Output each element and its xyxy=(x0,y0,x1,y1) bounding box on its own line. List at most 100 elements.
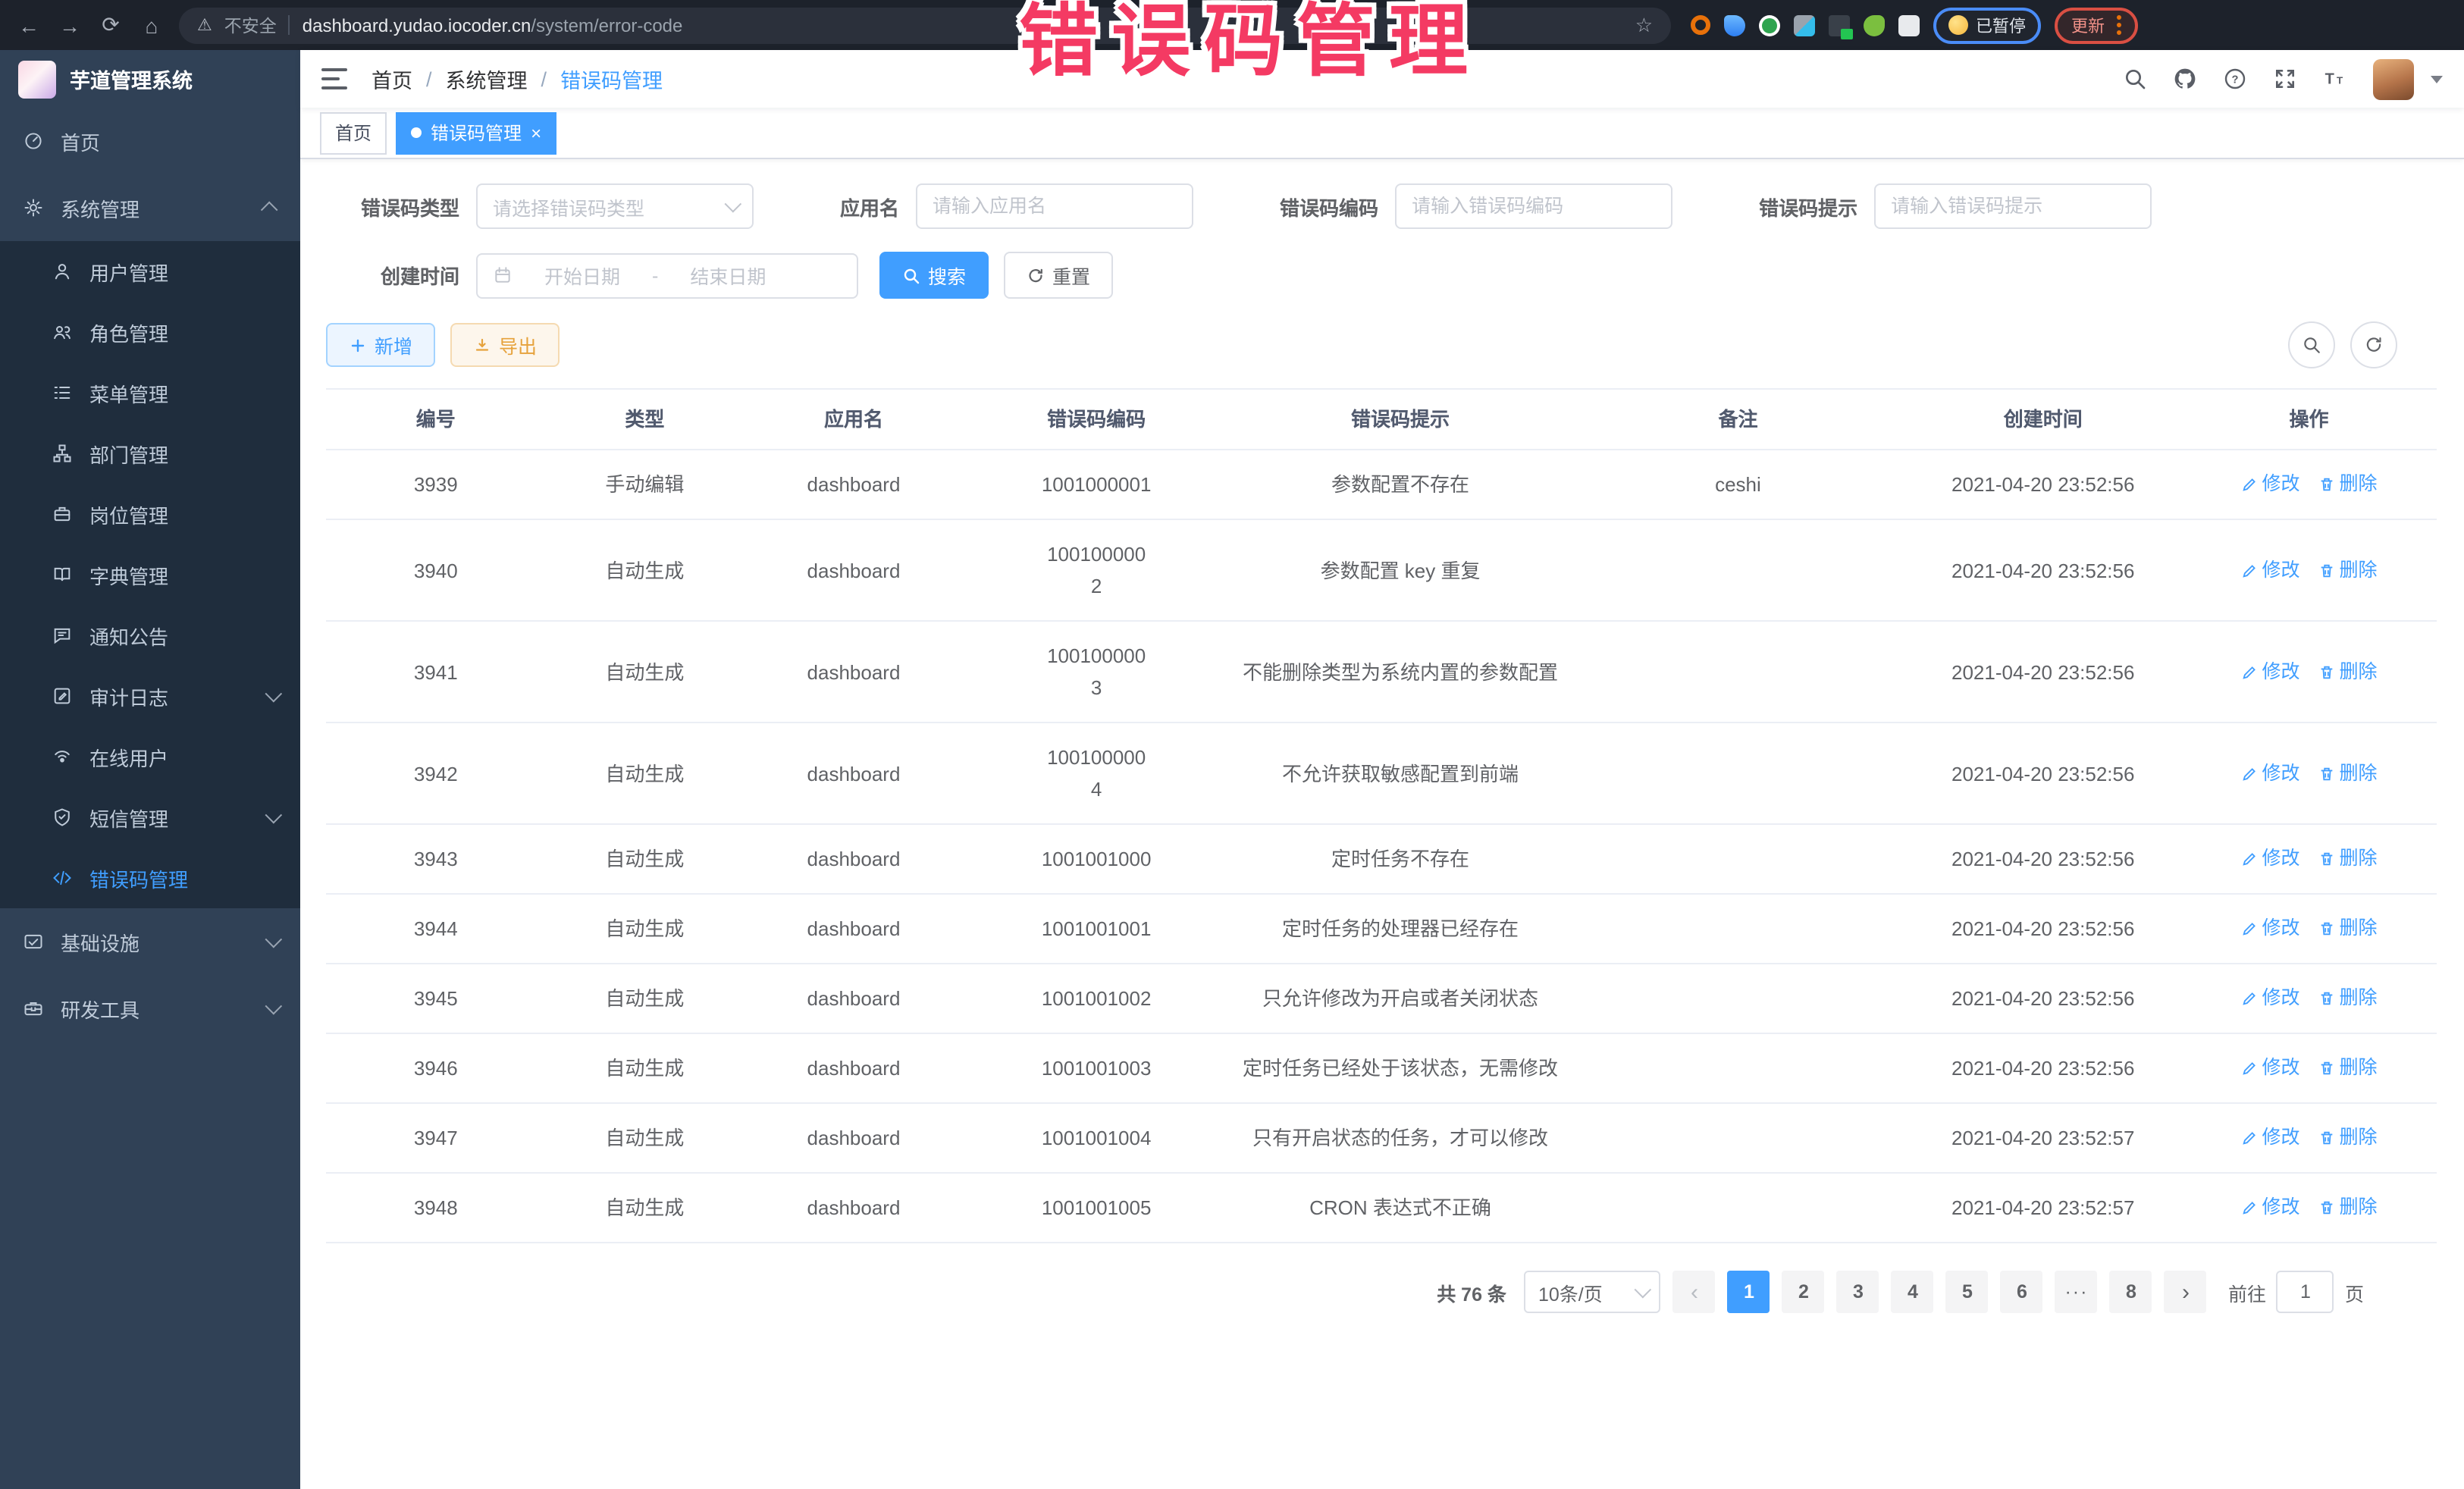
sidebar-item-label: 审计日志 xyxy=(89,682,168,710)
reset-button[interactable]: 重置 xyxy=(1004,252,1113,299)
extension-vue-icon[interactable] xyxy=(1759,14,1780,36)
extension-leaf-icon[interactable] xyxy=(1864,14,1885,36)
delete-link[interactable]: 删除 xyxy=(2318,1122,2377,1154)
add-button[interactable]: 新增 xyxy=(326,323,435,367)
delete-link[interactable]: 删除 xyxy=(2318,469,2377,500)
sidebar-item-menus[interactable]: 菜单管理 xyxy=(0,362,300,423)
page-size-select[interactable]: 10条/页 xyxy=(1525,1271,1661,1313)
sidebar-item-posts[interactable]: 岗位管理 xyxy=(0,484,300,544)
prev-page-button[interactable]: ‹ xyxy=(1673,1271,1716,1313)
refresh-table-button[interactable] xyxy=(2350,321,2397,368)
sidebar-item-home[interactable]: 首页 xyxy=(0,108,300,174)
sidebar-item-audit-log[interactable]: 审计日志 xyxy=(0,666,300,726)
edit-link[interactable]: 修改 xyxy=(2240,913,2299,945)
browser-update-button[interactable]: 更新 xyxy=(2055,7,2138,43)
delete-link[interactable]: 删除 xyxy=(2318,843,2377,875)
delete-link[interactable]: 删除 xyxy=(2318,1052,2377,1084)
back-icon[interactable]: ← xyxy=(15,13,42,37)
sidebar-item-notice[interactable]: 通知公告 xyxy=(0,605,300,666)
hamburger-icon[interactable] xyxy=(321,68,347,89)
error-hint-input[interactable] xyxy=(1874,183,2152,229)
edit-icon xyxy=(2240,765,2257,782)
edit-link[interactable]: 修改 xyxy=(2240,843,2299,875)
goto-page-input[interactable] xyxy=(2277,1271,2334,1313)
sidebar-item-departments[interactable]: 部门管理 xyxy=(0,423,300,484)
page-button-5[interactable]: 5 xyxy=(1946,1271,1989,1313)
cell-app: dashboard xyxy=(744,536,964,604)
sidebar-item-sms[interactable]: 短信管理 xyxy=(0,787,300,848)
tab-home[interactable]: 首页 xyxy=(320,111,387,154)
breadcrumb-home[interactable]: 首页 xyxy=(371,64,412,94)
edit-link[interactable]: 修改 xyxy=(2240,554,2299,586)
export-button[interactable]: 导出 xyxy=(450,323,560,367)
end-date-placeholder[interactable]: 结束日期 xyxy=(672,261,784,290)
star-icon[interactable]: ☆ xyxy=(1635,13,1653,37)
github-icon[interactable] xyxy=(2173,67,2197,91)
avatar-caret-icon[interactable] xyxy=(2431,75,2443,83)
extension-grid-icon[interactable] xyxy=(1794,14,1815,36)
cell-id: 3943 xyxy=(326,825,546,893)
delete-link[interactable]: 删除 xyxy=(2318,554,2377,586)
edit-link[interactable]: 修改 xyxy=(2240,983,2299,1014)
sidebar-item-online-users[interactable]: 在线用户 xyxy=(0,726,300,787)
sidebar-item-error-code[interactable]: 错误码管理 xyxy=(0,848,300,908)
extension-gear-icon[interactable] xyxy=(1691,15,1710,35)
search-icon[interactable] xyxy=(2123,67,2147,91)
page-button-1[interactable]: 1 xyxy=(1728,1271,1770,1313)
extensions-puzzle-icon[interactable] xyxy=(1898,14,1920,36)
delete-link[interactable]: 删除 xyxy=(2318,913,2377,945)
home-icon[interactable]: ⌂ xyxy=(138,13,165,37)
sidebar-item-users[interactable]: 用户管理 xyxy=(0,241,300,302)
sidebar-item-infrastructure[interactable]: 基础设施 xyxy=(0,908,300,975)
breadcrumb-system[interactable]: 系统管理 xyxy=(446,64,528,94)
font-size-icon[interactable]: TT xyxy=(2323,67,2347,91)
avatar[interactable] xyxy=(2373,58,2414,99)
app-name-input[interactable] xyxy=(916,183,1193,229)
page-button-2[interactable]: 2 xyxy=(1782,1271,1825,1313)
search-button[interactable]: 搜索 xyxy=(879,252,989,299)
sidebar-item-dev-tools[interactable]: 研发工具 xyxy=(0,975,300,1042)
cell-app: dashboard xyxy=(744,450,964,519)
error-code-input[interactable] xyxy=(1395,183,1672,229)
extension-on-icon[interactable] xyxy=(1829,14,1850,36)
breadcrumb-current: 错误码管理 xyxy=(560,64,663,94)
sidebar-item-system[interactable]: 系统管理 xyxy=(0,174,300,241)
extension-drop-icon[interactable] xyxy=(1724,14,1745,36)
edit-link[interactable]: 修改 xyxy=(2240,1192,2299,1224)
toggle-search-button[interactable] xyxy=(2288,321,2335,368)
delete-link[interactable]: 删除 xyxy=(2318,656,2377,688)
edit-link[interactable]: 修改 xyxy=(2240,656,2299,688)
page-button-4[interactable]: 4 xyxy=(1892,1271,1934,1313)
close-icon[interactable]: × xyxy=(531,124,541,142)
more-pages-button[interactable]: ··· xyxy=(2055,1271,2098,1313)
app-logo-row[interactable]: 芋道管理系统 xyxy=(0,50,300,108)
date-range-picker[interactable]: 开始日期 - 结束日期 xyxy=(476,252,858,298)
edit-link[interactable]: 修改 xyxy=(2240,469,2299,500)
error-type-select[interactable]: 请选择错误码类型 xyxy=(476,183,754,229)
delete-link[interactable]: 删除 xyxy=(2318,1192,2377,1224)
sidebar-item-dict[interactable]: 字典管理 xyxy=(0,544,300,605)
edit-link[interactable]: 修改 xyxy=(2240,1052,2299,1084)
next-page-button[interactable]: › xyxy=(2165,1271,2207,1313)
table-row: 3940 自动生成 dashboard 100100000 2 参数配置 key… xyxy=(326,520,2437,622)
forward-icon[interactable]: → xyxy=(56,13,83,37)
cell-type: 自动生成 xyxy=(546,895,745,963)
start-date-placeholder[interactable]: 开始日期 xyxy=(526,261,638,290)
tab-error-code[interactable]: 错误码管理 × xyxy=(396,111,556,154)
edit-link[interactable]: 修改 xyxy=(2240,1122,2299,1154)
sidebar-item-roles[interactable]: 角色管理 xyxy=(0,302,300,362)
profile-paused-badge[interactable]: 已暂停 xyxy=(1933,7,2041,43)
fullscreen-icon[interactable] xyxy=(2273,67,2297,91)
security-label[interactable]: 不安全 xyxy=(224,13,277,37)
refresh-icon xyxy=(2364,335,2384,355)
question-icon[interactable]: ? xyxy=(2223,67,2247,91)
browser-menu-icon[interactable] xyxy=(2117,15,2121,35)
page-button-3[interactable]: 3 xyxy=(1837,1271,1879,1313)
delete-link[interactable]: 删除 xyxy=(2318,983,2377,1014)
edit-link[interactable]: 修改 xyxy=(2240,757,2299,789)
delete-link[interactable]: 删除 xyxy=(2318,757,2377,789)
infra-icon xyxy=(23,931,44,952)
page-button-8[interactable]: 8 xyxy=(2110,1271,2152,1313)
reload-icon[interactable]: ⟳ xyxy=(97,12,124,38)
page-button-6[interactable]: 6 xyxy=(2001,1271,2043,1313)
